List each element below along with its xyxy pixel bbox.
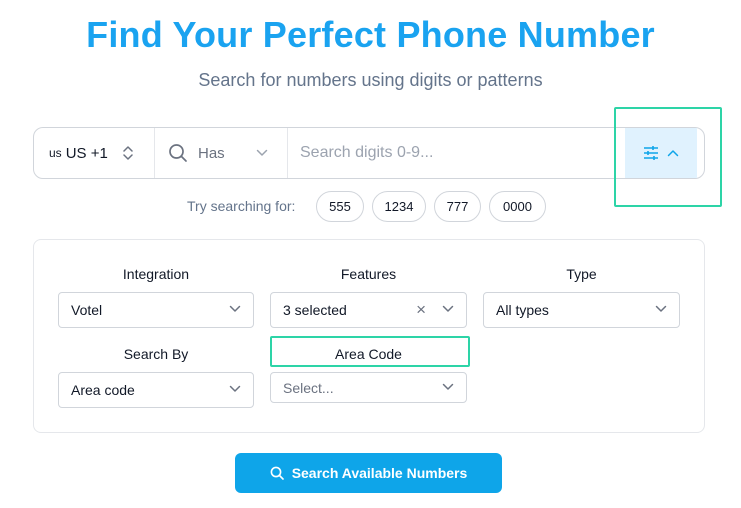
search-numbers-label: Search Available Numbers	[291, 465, 468, 481]
area-code-label: Area Code	[335, 346, 402, 362]
features-value: 3 selected	[283, 302, 347, 318]
sliders-icon	[644, 146, 658, 160]
chevron-up-icon	[667, 150, 679, 157]
integration-value: Votel	[71, 302, 103, 318]
area-code-placeholder: Select...	[283, 379, 334, 396]
suggestion-chip[interactable]: 1234	[372, 191, 426, 222]
suggestion-chip[interactable]: 555	[316, 191, 364, 222]
match-mode-value: Has	[198, 144, 225, 162]
suggestion-chip[interactable]: 0000	[489, 191, 546, 222]
chevron-down-icon	[229, 385, 241, 392]
page-subtitle: Search for numbers using digits or patte…	[198, 70, 543, 90]
search-by-label: Search By	[123, 346, 189, 362]
match-mode-select[interactable]: Has	[155, 128, 288, 178]
features-select[interactable]: 3 selected ×	[270, 292, 467, 328]
search-by-value: Area code	[71, 382, 135, 398]
search-icon	[169, 144, 187, 162]
integration-select[interactable]: Votel	[58, 292, 254, 328]
chevron-down-icon	[655, 305, 667, 312]
type-label: Type	[566, 266, 597, 282]
suggestions-label: Try searching for:	[187, 198, 296, 214]
chevron-down-icon	[442, 383, 454, 390]
type-select[interactable]: All types	[483, 292, 680, 328]
search-bar: us US +1 Has	[33, 127, 705, 179]
area-code-select[interactable]: Select...	[270, 372, 467, 403]
toggle-filters-button[interactable]	[625, 128, 697, 178]
filters-panel: Integration Votel Features 3 selected × …	[33, 239, 705, 433]
features-label: Features	[340, 266, 397, 282]
country-flag: us	[49, 146, 62, 160]
chevron-down-icon	[442, 305, 454, 312]
search-by-select[interactable]: Area code	[58, 372, 254, 408]
clear-icon[interactable]: ×	[416, 301, 426, 318]
chevron-down-icon	[229, 305, 241, 312]
country-code: US +1	[65, 144, 108, 162]
chevron-down-icon	[256, 149, 267, 156]
suggestion-chip[interactable]: 777	[434, 191, 481, 222]
type-value: All types	[496, 302, 549, 318]
search-numbers-button[interactable]: Search Available Numbers	[235, 453, 502, 493]
country-select[interactable]: us US +1	[34, 128, 155, 178]
page-title: Find Your Perfect Phone Number	[86, 14, 655, 55]
updown-icon	[123, 146, 133, 160]
search-icon	[270, 466, 284, 480]
integration-label: Integration	[122, 266, 190, 282]
search-input[interactable]	[288, 128, 625, 178]
